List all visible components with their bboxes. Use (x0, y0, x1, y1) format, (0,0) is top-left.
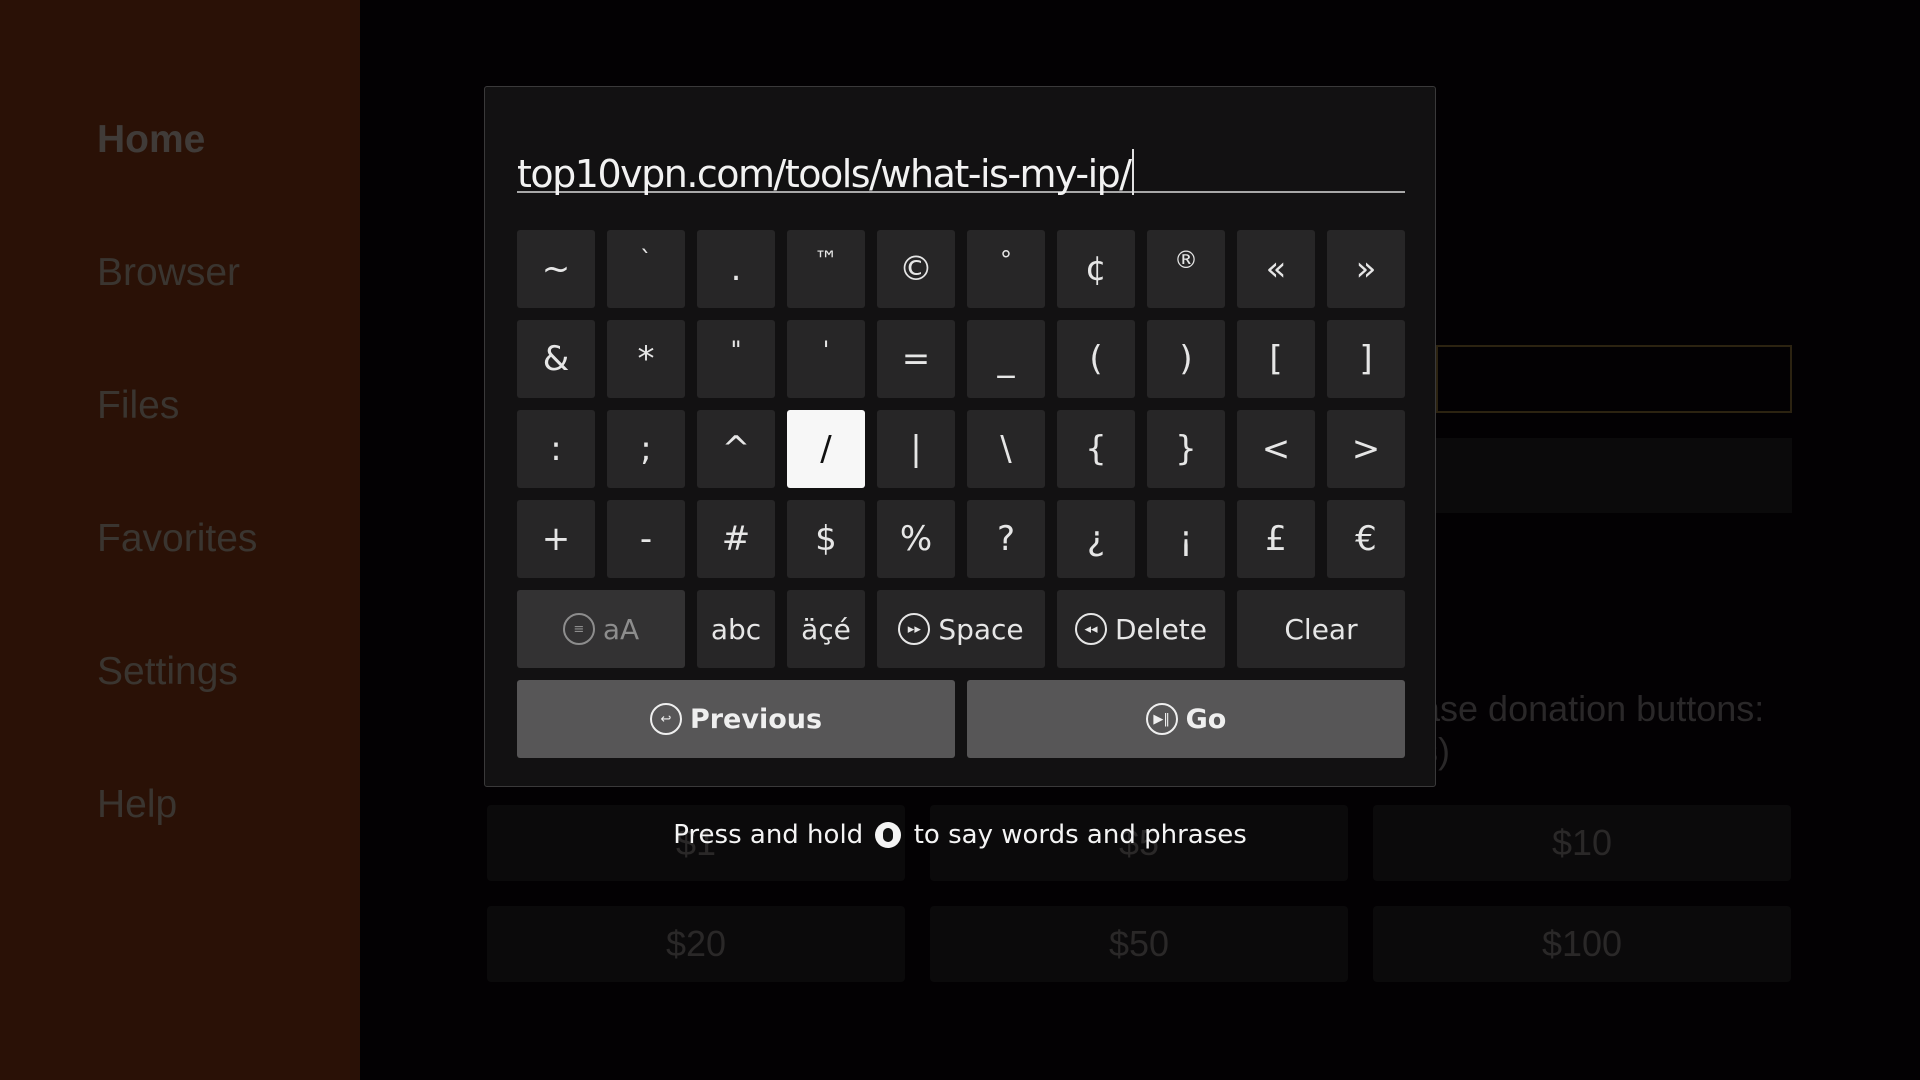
key-right-paren[interactable]: ) (1147, 320, 1225, 398)
key-registered[interactable]: ® (1147, 230, 1225, 308)
abc-key[interactable]: abc (697, 590, 775, 668)
go-button[interactable]: ▶‖ Go (967, 680, 1405, 758)
sidebar: Home Browser Files Favorites Settings He… (0, 0, 360, 1080)
voice-hint-text-after: to say words and phrases (913, 820, 1247, 850)
clear-label: Clear (1284, 612, 1358, 646)
key-left-brace[interactable]: { (1057, 410, 1135, 488)
previous-label: Previous (689, 703, 823, 735)
url-input-value: top10vpn.com/tools/what-is-my-ip/ (517, 152, 1132, 196)
donate-button-50[interactable]: $50 (930, 906, 1348, 982)
key-slash[interactable]: / (787, 410, 865, 488)
previous-button[interactable]: ↩ Previous (517, 680, 955, 758)
background-button[interactable] (1436, 438, 1792, 513)
sidebar-item-files[interactable]: Files (97, 384, 179, 428)
key-less-than[interactable]: < (1237, 410, 1315, 488)
key-left-bracket[interactable]: [ (1237, 320, 1315, 398)
menu-icon: ≡ (562, 613, 595, 645)
delete-key[interactable]: ◂◂ Delete (1057, 590, 1225, 668)
key-period[interactable]: . (697, 230, 775, 308)
sidebar-item-browser[interactable]: Browser (97, 251, 240, 295)
key-question[interactable]: ? (967, 500, 1045, 578)
key-tilde[interactable]: ~ (517, 230, 595, 308)
accents-key[interactable]: äçé (787, 590, 865, 668)
key-semicolon[interactable]: ; (607, 410, 685, 488)
sidebar-item-favorites[interactable]: Favorites (97, 517, 257, 561)
key-asterisk[interactable]: * (607, 320, 685, 398)
key-left-paren[interactable]: ( (1057, 320, 1135, 398)
key-pound[interactable]: £ (1237, 500, 1315, 578)
donate-button-20[interactable]: $20 (487, 906, 905, 982)
key-plus[interactable]: + (517, 500, 595, 578)
key-trademark[interactable]: ™ (787, 230, 865, 308)
sidebar-item-settings[interactable]: Settings (97, 650, 238, 694)
sidebar-item-home[interactable]: Home (97, 118, 205, 162)
url-input[interactable]: top10vpn.com/tools/what-is-my-ip/ (517, 149, 1405, 196)
clear-key[interactable]: Clear (1237, 590, 1405, 668)
space-key[interactable]: ▸▸ Space (877, 590, 1045, 668)
key-minus[interactable]: - (607, 500, 685, 578)
key-cent[interactable]: ¢ (1057, 230, 1135, 308)
key-inverted-exclamation[interactable]: ¡ (1147, 500, 1225, 578)
accents-label: äçé (801, 612, 851, 646)
key-euro[interactable]: € (1327, 500, 1405, 578)
key-underscore[interactable]: _ (967, 320, 1045, 398)
key-inverted-question[interactable]: ¿ (1057, 500, 1135, 578)
voice-hint-text-before: Press and hold (673, 820, 864, 850)
key-caret[interactable]: ^ (697, 410, 775, 488)
voice-hint: Press and hold to say words and phrases (0, 820, 1920, 850)
key-equals[interactable]: = (877, 320, 955, 398)
microphone-icon (875, 822, 902, 848)
key-double-quote[interactable]: " (697, 320, 775, 398)
key-backtick[interactable]: ` (607, 230, 685, 308)
key-ampersand[interactable]: & (517, 320, 595, 398)
key-percent[interactable]: % (877, 500, 955, 578)
key-degree[interactable]: ° (967, 230, 1045, 308)
donation-text: ase donation buttons: (1420, 688, 1765, 729)
key-hash[interactable]: # (697, 500, 775, 578)
rewind-icon: ◂◂ (1075, 613, 1107, 645)
key-right-brace[interactable]: } (1147, 410, 1225, 488)
key-dollar[interactable]: $ (787, 500, 865, 578)
key-pipe[interactable]: | (877, 410, 955, 488)
key-backslash[interactable]: \ (967, 410, 1045, 488)
case-toggle-key[interactable]: ≡ aA (517, 590, 685, 668)
key-left-guillemet[interactable]: « (1237, 230, 1315, 308)
background-input-box[interactable] (1436, 345, 1792, 413)
key-copyright[interactable]: © (877, 230, 955, 308)
key-single-quote[interactable]: ' (787, 320, 865, 398)
case-toggle-label: aA (602, 612, 640, 646)
key-greater-than[interactable]: > (1327, 410, 1405, 488)
play-pause-icon: ▶‖ (1145, 703, 1178, 735)
key-right-guillemet[interactable]: » (1327, 230, 1405, 308)
space-label: Space (938, 612, 1024, 646)
keyboard-dialog: top10vpn.com/tools/what-is-my-ip/ ~ `. ™ © °… (484, 86, 1436, 787)
delete-label: Delete (1115, 612, 1207, 646)
go-label: Go (1185, 703, 1227, 735)
text-caret (1131, 149, 1134, 195)
fast-forward-icon: ▸▸ (898, 613, 931, 645)
back-icon: ↩ (649, 703, 682, 735)
donate-button-100[interactable]: $100 (1373, 906, 1791, 982)
key-colon[interactable]: : (517, 410, 595, 488)
key-right-bracket[interactable]: ] (1327, 320, 1405, 398)
abc-label: abc (710, 612, 762, 646)
